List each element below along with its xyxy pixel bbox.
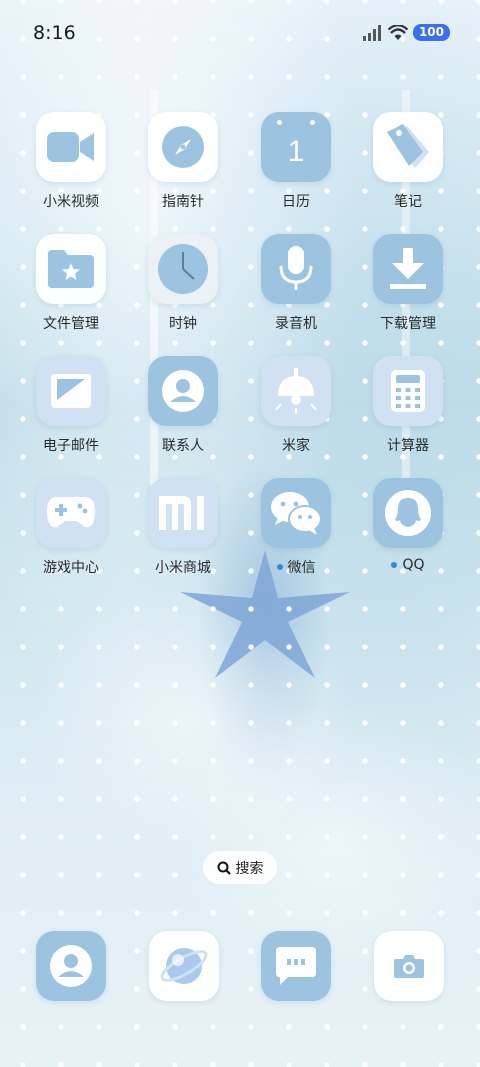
app-recorder[interactable]: 录音机 <box>241 234 351 333</box>
status-bar: 8:16 100 <box>0 20 480 50</box>
app-game-center[interactable]: 游戏中心 <box>16 478 126 577</box>
app-label: QQ <box>353 557 463 573</box>
app-label: 下载管理 <box>380 316 436 332</box>
signal-icon <box>362 24 381 41</box>
app-label: 指南针 <box>162 194 204 210</box>
search-label: 搜索 <box>235 860 264 877</box>
messages-icon <box>276 947 316 985</box>
browser-planet-icon <box>160 948 208 984</box>
search-icon <box>217 861 231 875</box>
dock-browser[interactable] <box>149 931 219 1001</box>
compass-icon <box>162 126 204 168</box>
app-contacts[interactable]: 联系人 <box>128 356 238 455</box>
app-label: 游戏中心 <box>43 560 99 576</box>
app-label: 小米视频 <box>43 194 99 210</box>
app-calculator[interactable]: 计算器 <box>353 356 463 455</box>
camera-icon <box>394 955 424 978</box>
status-time: 8:16 <box>33 22 76 44</box>
app-download-manager[interactable]: 下载管理 <box>353 234 463 333</box>
notes-tag-icon <box>387 124 429 168</box>
app-label: 文件管理 <box>43 316 99 332</box>
wechat-icon <box>271 492 322 535</box>
app-label: 录音机 <box>275 316 317 332</box>
app-xiaomi-video[interactable]: 小米视频 <box>16 112 126 211</box>
calculator-icon <box>391 370 425 412</box>
unread-badge-dot <box>276 564 283 570</box>
microphone-icon <box>279 246 313 290</box>
app-label-text: QQ <box>402 557 425 573</box>
app-label: 电子邮件 <box>43 438 99 454</box>
phone-contact-icon <box>50 945 92 987</box>
app-label: 日历 <box>282 194 310 210</box>
app-compass[interactable]: 指南针 <box>128 112 238 211</box>
app-label: 米家 <box>282 438 310 454</box>
app-file-manager[interactable]: 文件管理 <box>16 234 126 333</box>
unread-badge-dot <box>391 562 398 568</box>
app-label: 笔记 <box>394 194 422 210</box>
mail-icon <box>51 374 91 408</box>
dock-camera[interactable] <box>374 931 444 1001</box>
wifi-icon <box>387 24 408 40</box>
app-mijia[interactable]: 米家 <box>241 356 351 455</box>
app-notes[interactable]: 笔记 <box>353 112 463 211</box>
gamepad-icon <box>47 497 95 528</box>
app-wechat[interactable]: 微信 <box>241 478 351 577</box>
lamp-icon <box>275 368 317 414</box>
folder-icon <box>48 250 94 288</box>
dock-contacts[interactable] <box>36 931 106 1001</box>
app-label-text: 微信 <box>287 560 316 576</box>
mi-logo-icon <box>159 496 204 530</box>
app-email[interactable]: 电子邮件 <box>16 356 126 455</box>
contact-icon <box>162 370 204 412</box>
video-camera-icon <box>47 132 94 162</box>
app-label: 小米商城 <box>155 560 211 576</box>
clock-icon <box>158 244 208 294</box>
app-label: 微信 <box>241 557 351 577</box>
qq-penguin-icon <box>385 490 431 536</box>
app-label: 时钟 <box>169 316 197 332</box>
app-mi-store[interactable]: 小米商城 <box>128 478 238 577</box>
app-clock[interactable]: 时钟 <box>128 234 238 333</box>
calendar-icon: 1 <box>287 135 305 168</box>
download-icon <box>390 248 426 289</box>
app-label: 联系人 <box>162 438 204 454</box>
app-qq[interactable]: QQ <box>353 478 463 573</box>
app-label: 计算器 <box>387 438 429 454</box>
app-calendar[interactable]: 1 日历 <box>241 112 351 211</box>
search-button[interactable]: 搜索 <box>203 851 277 884</box>
dock-messages[interactable] <box>261 931 331 1001</box>
battery-icon: 100 <box>412 24 450 41</box>
